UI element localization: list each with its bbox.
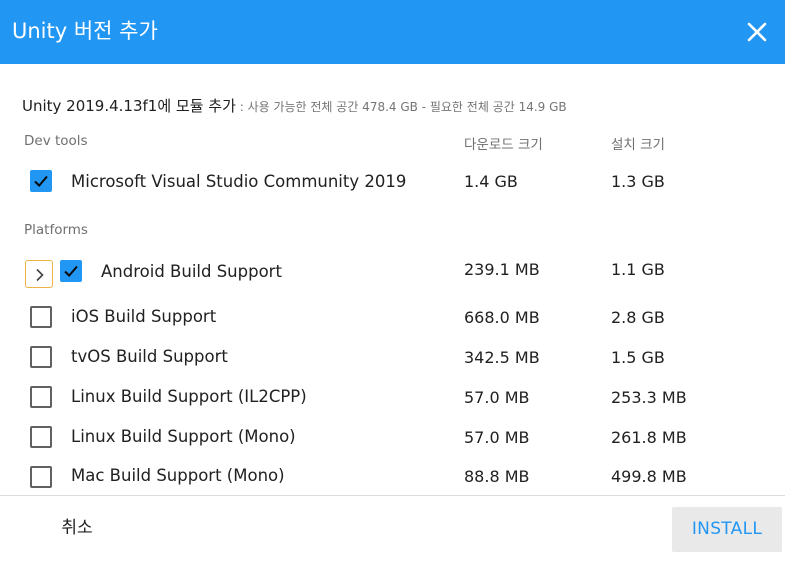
module-download-size: 57.0 MB <box>464 428 530 447</box>
module-download-size: 88.8 MB <box>464 467 530 486</box>
module-row-linux-il2cpp[interactable]: Linux Build Support (IL2CPP) 57.0 MB 253… <box>0 379 785 415</box>
module-name: Android Build Support <box>101 262 282 281</box>
module-install-size: 261.8 MB <box>611 428 687 447</box>
footer-divider <box>0 495 785 496</box>
module-name: Microsoft Visual Studio Community 2019 <box>71 172 407 191</box>
subtitle-main: Unity 2019.4.13f1에 모듈 추가 <box>22 97 236 115</box>
module-download-size: 57.0 MB <box>464 388 530 407</box>
install-button[interactable]: INSTALL <box>672 507 782 552</box>
checkbox-mac-mono[interactable] <box>30 466 52 488</box>
module-row-mac-mono[interactable]: Mac Build Support (Mono) 88.8 MB 499.8 M… <box>0 458 785 494</box>
checkbox-linux-mono[interactable] <box>30 426 52 448</box>
checkbox-visual-studio[interactable] <box>30 170 52 192</box>
dialog-title: Unity 버전 추가 <box>12 19 158 43</box>
section-platforms: Platforms <box>24 222 88 238</box>
column-download-size: 다운로드 크기 <box>464 137 543 153</box>
close-icon[interactable] <box>743 18 771 46</box>
module-row-android[interactable]: Android Build Support 239.1 MB 1.1 GB <box>0 253 785 289</box>
module-install-size: 1.3 GB <box>611 172 665 191</box>
module-row-visual-studio[interactable]: Microsoft Visual Studio Community 2019 1… <box>0 163 785 199</box>
module-name: Mac Build Support (Mono) <box>71 466 285 485</box>
module-install-size: 253.3 MB <box>611 388 687 407</box>
module-download-size: 668.0 MB <box>464 308 540 327</box>
module-row-linux-mono[interactable]: Linux Build Support (Mono) 57.0 MB 261.8… <box>0 419 785 455</box>
dialog-subtitle: Unity 2019.4.13f1에 모듈 추가 : 사용 가능한 전체 공간 … <box>22 95 567 118</box>
checkbox-linux-il2cpp[interactable] <box>30 386 52 408</box>
module-row-tvos[interactable]: tvOS Build Support 342.5 MB 1.5 GB <box>0 339 785 375</box>
module-download-size: 1.4 GB <box>464 172 518 191</box>
module-name: Linux Build Support (Mono) <box>71 427 296 446</box>
checkbox-ios[interactable] <box>30 306 52 328</box>
dialog-header: Unity 버전 추가 <box>0 0 785 64</box>
subtitle-space-info: : 사용 가능한 전체 공간 478.4 GB - 필요한 전체 공간 14.9… <box>235 100 567 114</box>
module-download-size: 342.5 MB <box>464 348 540 367</box>
chevron-right-icon <box>36 268 44 282</box>
cancel-button[interactable]: 취소 <box>44 508 110 548</box>
module-name: Linux Build Support (IL2CPP) <box>71 387 307 406</box>
section-dev-tools: Dev tools <box>24 133 88 149</box>
checkbox-tvos[interactable] <box>30 346 52 368</box>
module-install-size: 1.5 GB <box>611 348 665 367</box>
column-install-size: 설치 크기 <box>611 137 665 153</box>
module-install-size: 499.8 MB <box>611 467 687 486</box>
module-install-size: 2.8 GB <box>611 308 665 327</box>
checkbox-android[interactable] <box>60 260 82 282</box>
module-name: tvOS Build Support <box>71 347 228 366</box>
module-download-size: 239.1 MB <box>464 260 540 279</box>
module-install-size: 1.1 GB <box>611 260 665 279</box>
expand-android-button[interactable] <box>25 260 53 288</box>
module-name: iOS Build Support <box>71 307 217 326</box>
module-row-ios[interactable]: iOS Build Support 668.0 MB 2.8 GB <box>0 299 785 335</box>
